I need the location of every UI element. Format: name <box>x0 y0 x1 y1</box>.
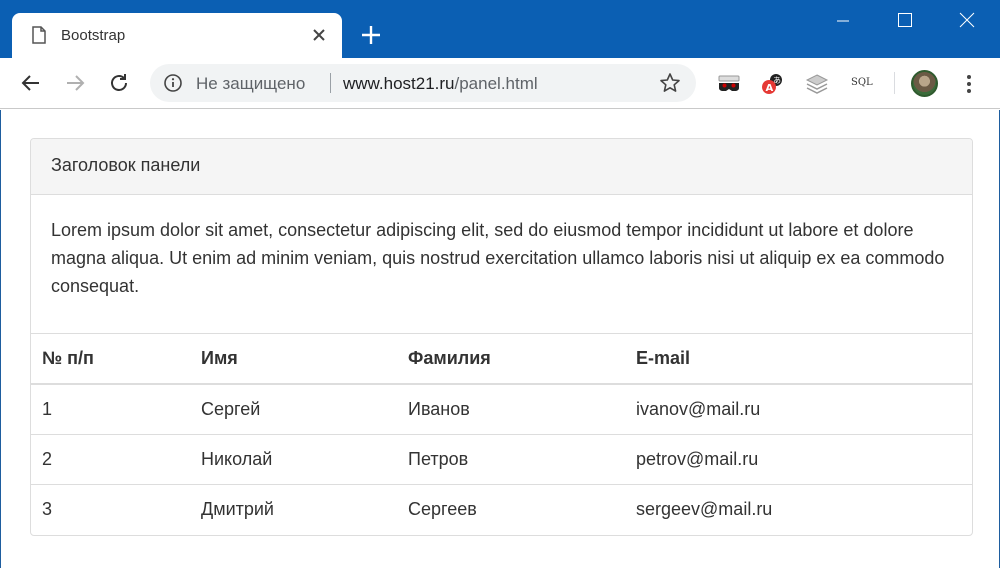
browser-title-bar: Bootstrap <box>0 0 1000 58</box>
table-cell: ivanov@mail.ru <box>636 398 761 419</box>
table-cell: Сергеев <box>397 483 625 534</box>
url-text[interactable]: www.host21.ru/panel.html <box>343 74 538 94</box>
info-icon[interactable] <box>163 73 183 93</box>
omnibox-divider <box>330 73 331 93</box>
sql-icon[interactable]: SQL <box>851 77 873 88</box>
security-status: Не защищено <box>196 74 306 93</box>
maximize-button[interactable] <box>882 0 928 40</box>
address-bar[interactable]: Не защищено www.host21.ru/panel.html <box>150 64 696 102</box>
column-header: Фамилия <box>397 334 625 385</box>
close-icon <box>959 12 975 28</box>
users-table: № п/п Имя Фамилия E-mail 1 Сергей Иванов… <box>31 334 972 534</box>
url-host: www.host21.ru <box>343 74 455 93</box>
panel-heading: Заголовок панели <box>31 139 972 195</box>
panel: Заголовок панели Lorem ipsum dolor sit a… <box>30 138 973 536</box>
table-row: 1 Сергей Иванов ivanov@mail.ru <box>31 384 972 434</box>
document-icon <box>32 26 46 44</box>
table-cell: Николай <box>190 433 397 484</box>
incognito-mask-icon[interactable] <box>716 71 742 97</box>
profile-avatar[interactable] <box>911 70 938 97</box>
bookmark-star-icon[interactable] <box>658 71 682 95</box>
minimize-button[interactable] <box>820 0 866 40</box>
table-cell: Иванов <box>408 398 470 419</box>
page-content: Заголовок панели Lorem ipsum dolor sit a… <box>0 110 1000 568</box>
layers-icon[interactable] <box>804 71 830 97</box>
column-header: № п/п <box>31 334 190 385</box>
column-header: Имя <box>190 334 397 385</box>
table-cell: Дмитрий <box>190 483 397 534</box>
back-arrow-icon[interactable] <box>18 70 44 96</box>
toolbar-divider <box>894 72 895 94</box>
new-tab-icon[interactable] <box>358 22 384 48</box>
maximize-icon <box>898 13 912 27</box>
table-cell: Сергей <box>201 398 261 419</box>
table-cell: petrov@mail.ru <box>625 433 972 484</box>
url-path: /panel.html <box>454 74 538 93</box>
minimize-icon <box>837 20 849 22</box>
browser-tab[interactable]: Bootstrap <box>12 13 342 58</box>
translate-icon[interactable]: あ A <box>759 71 785 97</box>
table-header-row: № п/п Имя Фамилия E-mail <box>31 334 972 385</box>
more-menu-icon[interactable] <box>960 71 978 97</box>
table-cell: 3 <box>31 483 190 534</box>
table-row: 3 Дмитрий Сергеев sergeev@mail.ru <box>31 483 972 534</box>
panel-body: Lorem ipsum dolor sit amet, consectetur … <box>31 195 972 334</box>
reload-icon[interactable] <box>106 70 132 96</box>
table-cell: sergeev@mail.ru <box>625 483 972 534</box>
table-cell: 2 <box>31 433 190 484</box>
close-window-button[interactable] <box>944 0 990 40</box>
svg-text:A: A <box>766 83 774 94</box>
forward-arrow-icon[interactable] <box>62 70 88 96</box>
table-cell: 1 <box>42 398 53 419</box>
browser-toolbar: Не защищено www.host21.ru/panel.html あ A <box>0 58 1000 109</box>
tab-title: Bootstrap <box>61 27 126 44</box>
column-header: E-mail <box>625 334 972 385</box>
tab-close-icon[interactable] <box>308 24 330 46</box>
table-cell: Петров <box>397 433 625 484</box>
table-row: 2 Николай Петров petrov@mail.ru <box>31 433 972 484</box>
